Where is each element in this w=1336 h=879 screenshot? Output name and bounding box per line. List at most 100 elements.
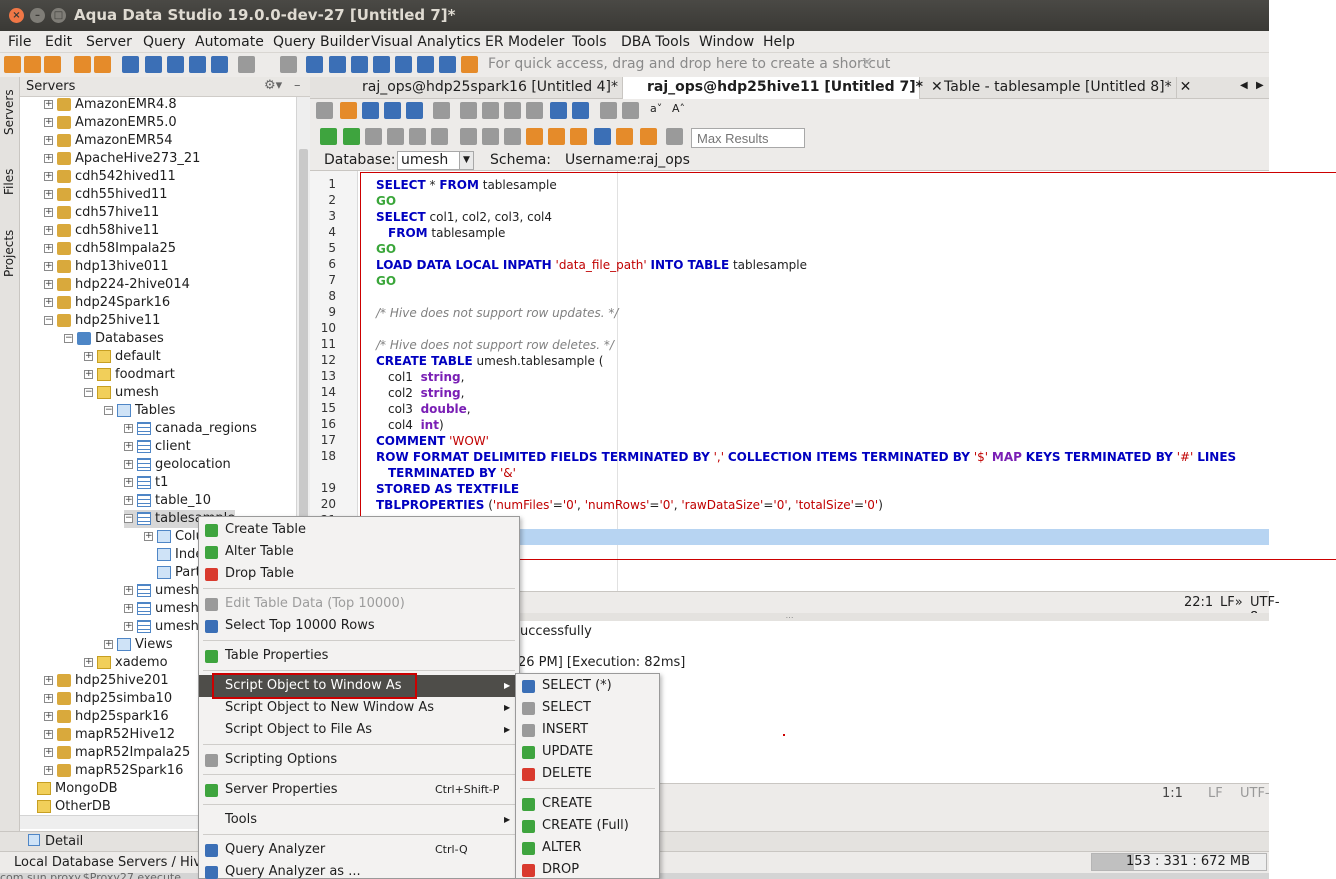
menu-create-table[interactable]: Create Table <box>199 519 519 541</box>
results-grid-icon[interactable] <box>594 128 611 145</box>
tree-node[interactable]: + cdh55hived11 <box>44 186 168 204</box>
chevron-down-icon[interactable]: ▼ <box>459 152 473 169</box>
tree-node[interactable]: + geolocation <box>124 456 231 474</box>
menu-select-top-rows[interactable]: Select Top 10000 Rows <box>199 615 519 637</box>
tab-projects[interactable]: Projects <box>2 230 16 277</box>
tree-node[interactable]: + mapR52Impala25 <box>44 744 190 762</box>
submenu-alter[interactable]: ALTER <box>516 837 659 859</box>
tree-node[interactable]: + cdh542hived11 <box>44 168 176 186</box>
menu-automate[interactable]: Automate <box>195 34 264 50</box>
tree-node[interactable]: + Views <box>104 636 173 654</box>
database-select[interactable]: umesh ▼ <box>397 151 474 170</box>
tree-node[interactable]: + hdp25simba10 <box>44 690 172 708</box>
tree-node[interactable]: + client <box>124 438 191 456</box>
expand-icon[interactable]: + <box>124 586 133 595</box>
tree-node[interactable]: − Tables <box>104 402 175 420</box>
submenu-create-full[interactable]: CREATE (Full) <box>516 815 659 837</box>
new-icon[interactable] <box>4 56 21 73</box>
expand-icon[interactable]: + <box>44 694 53 703</box>
expand-icon[interactable]: + <box>124 424 133 433</box>
tree-node[interactable]: + canada_regions <box>124 420 257 438</box>
expand-icon[interactable]: + <box>104 640 113 649</box>
collapse-icon[interactable]: − <box>104 406 113 415</box>
open-icon[interactable] <box>340 102 357 119</box>
menu-table-properties[interactable]: Table Properties <box>199 645 519 667</box>
tab-scroll-left-icon[interactable]: ◀ <box>1240 80 1248 91</box>
menu-visual-analytics[interactable]: Visual Analytics <box>371 34 481 50</box>
redo-icon[interactable] <box>572 102 589 119</box>
menu-window[interactable]: Window <box>699 34 754 50</box>
tree-node[interactable]: + AmazonEMR54 <box>44 132 173 150</box>
tree-node[interactable]: − Databases <box>64 330 164 348</box>
tab-scroll-right-icon[interactable]: ▶ <box>1256 80 1264 91</box>
line-ending[interactable]: LF» <box>1220 595 1243 610</box>
comment-icon[interactable] <box>482 128 499 145</box>
expand-icon[interactable]: + <box>44 100 53 109</box>
grid-view-icon[interactable] <box>306 56 323 73</box>
close-window-button[interactable]: × <box>9 8 24 23</box>
server-wizard-icon[interactable] <box>74 56 91 73</box>
menu-dba-tools[interactable]: DBA Tools <box>621 34 690 50</box>
menu-tools[interactable]: Tools ▶ <box>199 809 519 831</box>
collapse-icon[interactable]: − <box>124 514 133 523</box>
tree-node[interactable]: + ApacheHive273_21 <box>44 150 200 168</box>
tree-node[interactable]: + t1 <box>124 474 168 492</box>
expand-icon[interactable]: + <box>44 244 53 253</box>
expand-icon[interactable]: + <box>44 154 53 163</box>
expand-icon[interactable]: + <box>44 226 53 235</box>
tree-node[interactable]: + hdp13hive011 <box>44 258 169 276</box>
format-icon[interactable] <box>460 128 477 145</box>
cut-icon[interactable] <box>482 102 499 119</box>
max-results-input[interactable] <box>691 128 805 148</box>
gear-icon[interactable]: ⚙▾ <box>264 78 282 93</box>
expand-icon[interactable]: + <box>124 478 133 487</box>
results-chart-icon[interactable] <box>640 128 657 145</box>
uncomment-icon[interactable] <box>504 128 521 145</box>
tree-node[interactable]: + cdh58Impala25 <box>44 240 176 258</box>
undo-icon[interactable] <box>550 102 567 119</box>
menu-server-properties[interactable]: Server Properties Ctrl+Shift-P <box>199 779 519 801</box>
tree-node[interactable]: + mapR52Spark16 <box>44 762 183 780</box>
expand-icon[interactable]: + <box>124 496 133 505</box>
maximize-window-button[interactable]: □ <box>51 8 66 23</box>
tree-node[interactable]: + foodmart <box>84 366 175 384</box>
execute-all-icon[interactable] <box>320 128 337 145</box>
grid-view-4-icon[interactable] <box>373 56 390 73</box>
expand-icon[interactable]: + <box>124 622 133 631</box>
grid-view-2-icon[interactable] <box>329 56 346 73</box>
tree-node[interactable]: + hdp25hive201 <box>44 672 169 690</box>
query-builder-icon[interactable] <box>145 56 162 73</box>
submenu-create[interactable]: CREATE <box>516 793 659 815</box>
submenu-select[interactable]: SELECT <box>516 697 659 719</box>
expand-icon[interactable]: + <box>44 136 53 145</box>
expand-icon[interactable]: + <box>44 262 53 271</box>
results-options-icon[interactable] <box>666 128 683 145</box>
collapse-icon[interactable]: − <box>44 316 53 325</box>
tab-files[interactable]: Files <box>2 169 16 195</box>
tree-node[interactable]: OtherDB <box>24 798 111 815</box>
schema-compare-icon[interactable] <box>189 56 206 73</box>
zoom-fit-icon[interactable] <box>622 102 639 119</box>
connect-icon[interactable] <box>24 56 41 73</box>
text-view-icon[interactable] <box>439 56 456 73</box>
tree-node[interactable]: + AmazonEMR4.8 <box>44 97 177 114</box>
menu-er-modeler[interactable]: ER Modeler <box>485 34 564 50</box>
menu-edit[interactable]: Edit <box>45 34 72 50</box>
compare-icon[interactable] <box>167 56 184 73</box>
chart-view-icon[interactable] <box>461 56 478 73</box>
tab-untitled-7[interactable]: raj_ops@hdp25hive11 [Untitled 7]* ✕ <box>623 77 943 99</box>
expand-icon[interactable]: + <box>124 604 133 613</box>
form-view-icon[interactable] <box>395 56 412 73</box>
menu-query[interactable]: Query <box>143 34 186 50</box>
submenu-delete[interactable]: DELETE <box>516 763 659 785</box>
execute-icon[interactable] <box>343 128 360 145</box>
highlight-icon[interactable] <box>570 128 587 145</box>
menu-query-analyzer-as[interactable]: Query Analyzer as ... <box>199 861 519 879</box>
submenu-insert[interactable]: INSERT <box>516 719 659 741</box>
minimize-panel-icon[interactable]: – <box>294 78 301 93</box>
tree-node[interactable]: − umesh <box>84 384 159 402</box>
execute-export-icon[interactable] <box>409 128 426 145</box>
edit-server-icon[interactable] <box>94 56 111 73</box>
expand-icon[interactable]: + <box>44 208 53 217</box>
tab-servers[interactable]: Servers <box>2 89 16 135</box>
